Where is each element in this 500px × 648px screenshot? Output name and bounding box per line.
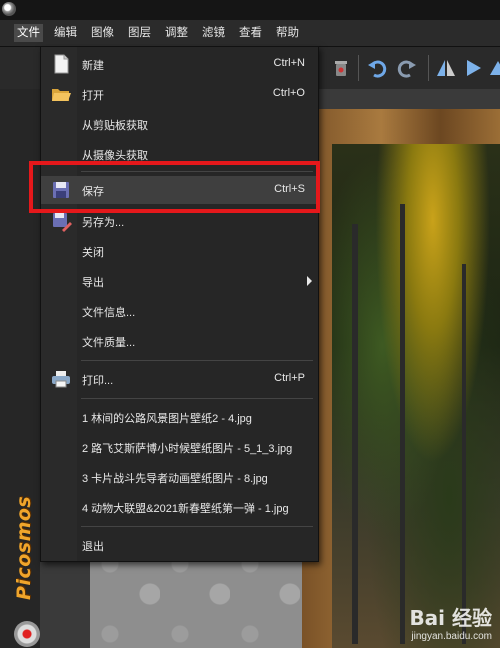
new-file-icon (54, 54, 69, 74)
menu-item-from-clipboard[interactable]: 从剪贴板获取 (41, 110, 318, 138)
menu-item-export[interactable]: 导出 (41, 267, 318, 295)
save-as-icon (53, 213, 72, 232)
menu-item-file-quality[interactable]: 文件质量... (41, 327, 318, 355)
tree-trunk (352, 224, 358, 644)
menu-item-file-info[interactable]: 文件信息... (41, 297, 318, 325)
gear-logo-icon (14, 621, 40, 647)
menu-item-label: 打开 (82, 90, 104, 102)
menu-item-new[interactable]: 新建 Ctrl+N (41, 50, 318, 78)
menu-item-open[interactable]: 打开 Ctrl+O (41, 80, 318, 108)
menu-item-print[interactable]: 打印... Ctrl+P (41, 365, 318, 393)
toolbar-separator (358, 55, 359, 81)
menu-layer[interactable]: 图层 (125, 24, 154, 42)
brand-logo-text: Picosmos (13, 495, 35, 600)
menu-adjust[interactable]: 调整 (162, 24, 191, 42)
menu-bar: 文件 编辑 图像 图层 调整 滤镜 查看 帮助 (0, 20, 500, 47)
menu-item-label: 文件信息... (82, 307, 136, 319)
toolbar-separator (428, 55, 429, 81)
flip-horizontal-icon[interactable] (435, 57, 457, 79)
red-highlight-box (29, 161, 320, 213)
menu-item-label: 另存为... (82, 217, 125, 229)
menu-separator (81, 526, 313, 527)
menu-item-label: 从剪贴板获取 (82, 120, 148, 132)
menu-item-shortcut: Ctrl+N (273, 57, 305, 69)
menu-item-recent-file[interactable]: 2 路飞艾斯萨博小时候壁纸图片 - 5_1_3.jpg (41, 433, 318, 461)
menu-item-exit[interactable]: 退出 (41, 531, 318, 559)
menu-edit[interactable]: 编辑 (51, 24, 80, 42)
menu-item-label: 关闭 (82, 247, 104, 259)
menu-filter[interactable]: 滤镜 (199, 24, 228, 42)
open-folder-icon (52, 89, 71, 101)
menu-item-label: 文件质量... (82, 337, 136, 349)
forest-photo (332, 144, 500, 648)
menu-item-label: 新建 (82, 60, 104, 72)
menu-separator (81, 398, 313, 399)
rotate-right-icon[interactable] (463, 57, 485, 79)
undo-icon[interactable] (366, 57, 388, 79)
menu-help[interactable]: 帮助 (273, 24, 302, 42)
menu-item-label: 1 林间的公路风景图片壁纸2 - 4.jpg (82, 413, 252, 425)
menu-image[interactable]: 图像 (88, 24, 117, 42)
submenu-arrow-icon (307, 276, 312, 286)
menu-separator (81, 360, 313, 361)
tree-trunk (462, 264, 466, 644)
menu-item-label: 导出 (82, 277, 104, 289)
menu-item-label: 2 路飞艾斯萨博小时候壁纸图片 - 5_1_3.jpg (82, 443, 293, 455)
menu-item-recent-file[interactable]: 4 动物大联盟&2021新春壁纸第一弹 - 1.jpg (41, 493, 318, 521)
menu-item-recent-file[interactable]: 1 林间的公路风景图片壁纸2 - 4.jpg (41, 403, 318, 431)
app-icon[interactable] (2, 2, 16, 16)
delete-icon[interactable] (330, 57, 352, 79)
watermark-logo: Bai 经验 (409, 606, 492, 630)
menu-item-label: 3 卡片战斗先导者动画壁纸图片 - 8.jpg (82, 473, 268, 485)
watermark-url: jingyan.baidu.com (411, 631, 492, 642)
file-menu-dropdown: 新建 Ctrl+N 打开 Ctrl+O 从剪贴板获取 从摄像头获取 保存 Ctr… (40, 46, 319, 562)
menu-item-shortcut: Ctrl+P (274, 372, 305, 384)
flip-vertical-icon[interactable] (488, 57, 500, 79)
menu-item-shortcut: Ctrl+O (272, 87, 305, 99)
menu-item-recent-file[interactable]: 3 卡片战斗先导者动画壁纸图片 - 8.jpg (41, 463, 318, 491)
menu-item-close[interactable]: 关闭 (41, 237, 318, 265)
menu-item-label: 4 动物大联盟&2021新春壁纸第一弹 - 1.jpg (82, 503, 289, 515)
redo-icon[interactable] (396, 57, 418, 79)
tree-trunk (400, 204, 405, 644)
printer-icon (52, 371, 70, 388)
menu-file[interactable]: 文件 (14, 24, 43, 42)
watermark: Bai 经验 jingyan.baidu.com (409, 602, 492, 642)
menu-view[interactable]: 查看 (236, 24, 265, 42)
title-bar (0, 0, 500, 20)
menu-item-label: 打印... (82, 375, 114, 387)
menu-item-label: 退出 (82, 541, 104, 553)
